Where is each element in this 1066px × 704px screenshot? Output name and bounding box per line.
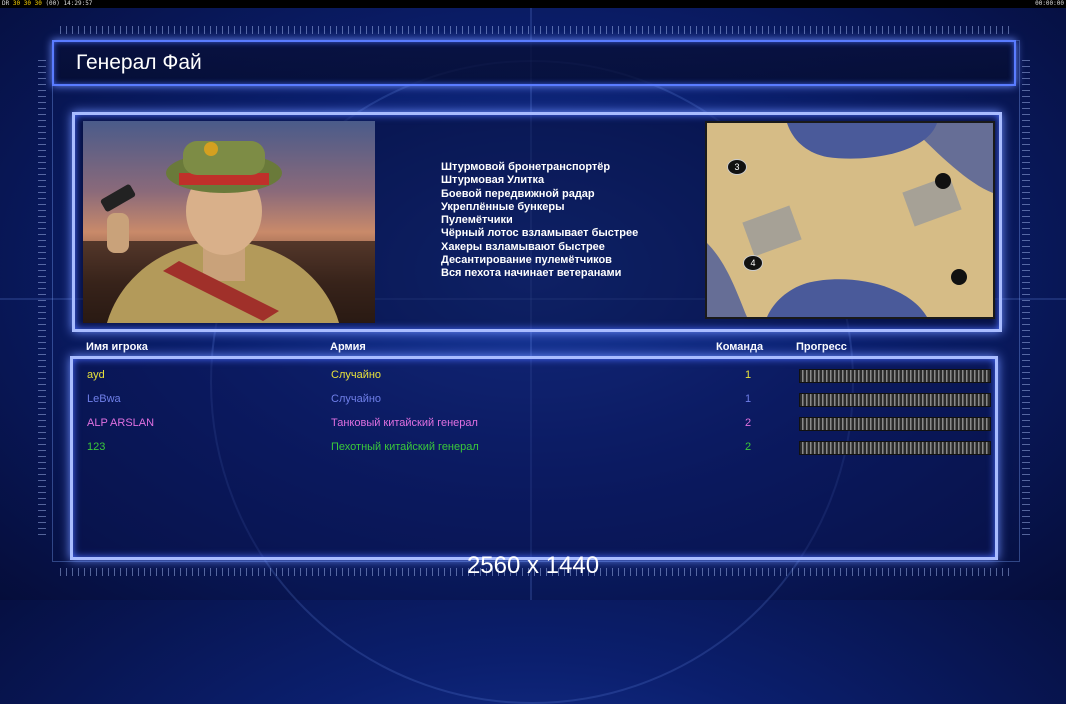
player-row: 123 Пехотный китайский генерал 2 — [73, 437, 995, 457]
status-bar: DR 30 30 30 (00) 14:29:57 00:00:00 — [0, 0, 1066, 8]
ability-item: Боевой передвижной радар — [441, 187, 595, 200]
player-team: 1 — [745, 393, 752, 405]
general-portrait — [83, 121, 375, 323]
progress-bar — [799, 369, 991, 383]
player-name: ALP ARSLAN — [87, 417, 155, 429]
status-left: DR 30 30 30 (00) 14:29:57 — [2, 0, 92, 8]
progress-bar — [799, 441, 991, 455]
header-player-name: Имя игрока — [86, 341, 148, 353]
ability-item: Штурмовой бронетранспортёр — [441, 161, 611, 173]
ability-item: Укреплённые бункеры — [441, 200, 565, 213]
player-team: 2 — [745, 417, 752, 429]
ruler-top — [60, 26, 1010, 34]
minimap-terrain — [707, 123, 993, 317]
player-army: Танковый китайский генерал — [331, 417, 478, 429]
header-progress: Прогресс — [796, 341, 847, 353]
fps-counter-3: 30 — [34, 0, 42, 7]
header-army: Армия — [330, 341, 366, 353]
ability-item: Чёрный лотос взламывает быстрее — [441, 227, 639, 240]
ruler-right — [1022, 60, 1030, 540]
minimap: 3 4 — [705, 121, 995, 319]
header-team: Команда — [716, 341, 764, 353]
ability-item: Пулемётчики — [441, 214, 513, 227]
title-bar: Генерал Фай — [52, 40, 1016, 86]
fps-counter: 30 — [12, 0, 21, 7]
player-name: 123 — [87, 441, 106, 453]
player-team: 2 — [745, 441, 752, 453]
player-name: ayd — [87, 369, 105, 381]
progress-bar — [799, 417, 991, 431]
page-title: Генерал Фай — [76, 51, 202, 74]
progress-bar — [799, 393, 991, 407]
ability-item: Вся пехота начинает ветеранами — [441, 267, 622, 280]
player-row: LeBwa Случайно 1 — [73, 389, 995, 409]
status-prefix: DR — [2, 0, 10, 7]
status-extra: (00) — [45, 0, 60, 7]
player-army: Случайно — [331, 393, 382, 405]
ruler-left — [38, 60, 46, 540]
game-timer: 00:00:00 — [1035, 0, 1064, 7]
ability-item: Десантирование пулемётчиков — [441, 254, 612, 267]
player-army: Случайно — [331, 369, 382, 381]
resolution-watermark: 2560 x 1440 — [466, 552, 600, 579]
player-row: ALP ARSLAN Танковый китайский генерал 2 — [73, 413, 995, 433]
general-portrait-image — [83, 141, 375, 323]
general-info-panel: Штурмовой бронетранспортёр Штурмовая Ули… — [72, 112, 1002, 332]
start-position-marker[interactable]: 4 — [743, 255, 763, 271]
start-position-marker[interactable]: 3 — [727, 159, 747, 175]
ability-item: Штурмовая Улитка — [441, 174, 545, 187]
player-row: ayd Случайно 1 — [73, 365, 995, 385]
player-name: LeBwa — [87, 393, 121, 405]
player-team: 1 — [745, 369, 752, 381]
clock: 14:29:57 — [63, 0, 93, 7]
players-panel: ayd Случайно 1 LeBwa Случайно 1 ALP ARSL… — [70, 356, 998, 560]
player-army: Пехотный китайский генерал — [331, 441, 479, 453]
ability-item: Хакеры взламывают быстрее — [441, 240, 605, 253]
general-abilities-list: Штурмовой бронетранспортёр Штурмовая Ули… — [441, 161, 638, 281]
fps-counter-2: 30 — [23, 0, 31, 7]
